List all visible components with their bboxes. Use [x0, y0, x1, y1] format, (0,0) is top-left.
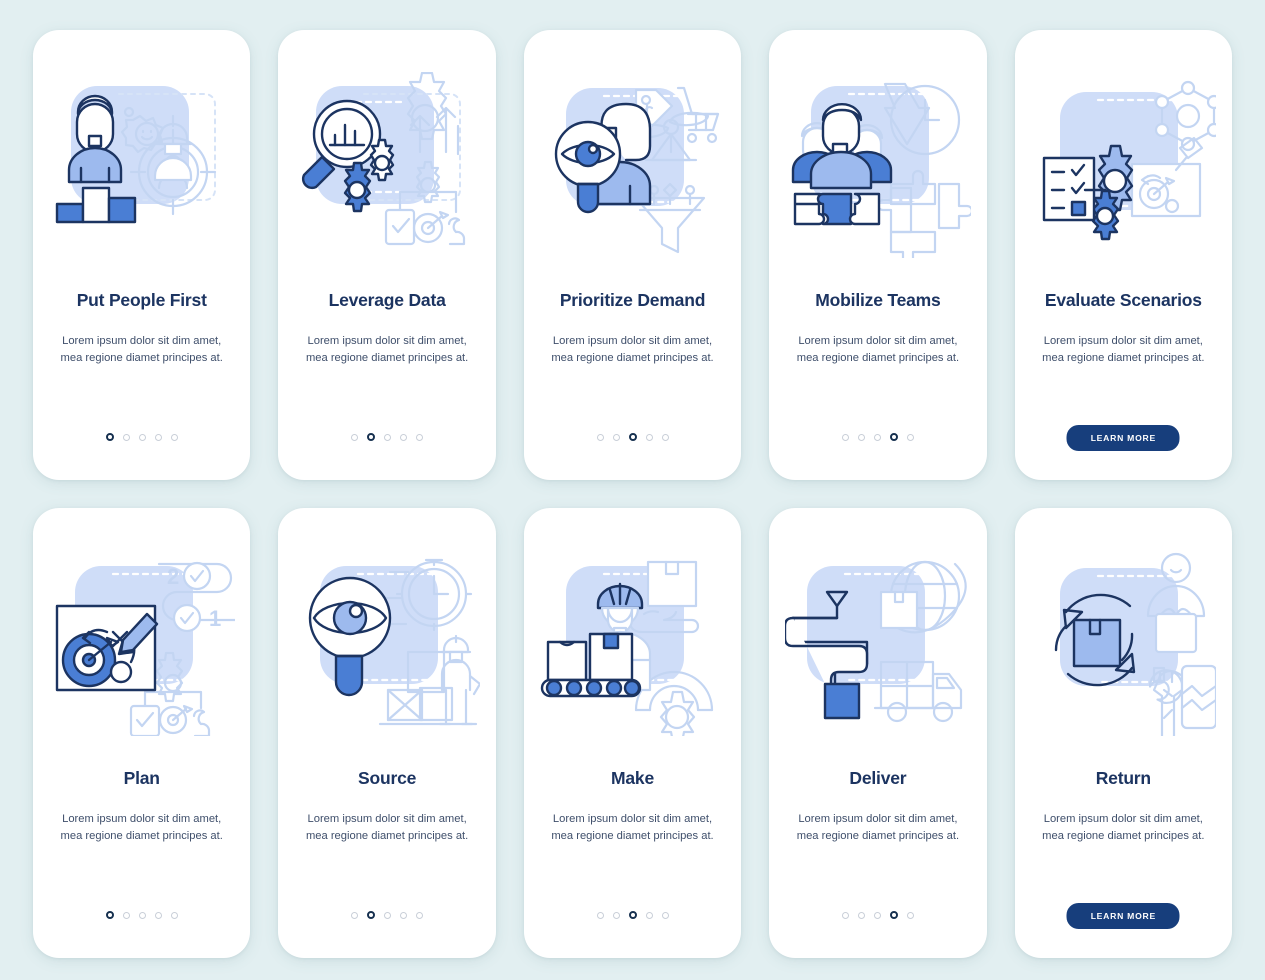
- pagination-dot-4[interactable]: [154, 911, 162, 919]
- pagination-dot-3[interactable]: [873, 911, 881, 919]
- card-title: Leverage Data: [328, 290, 446, 310]
- onboarding-card-return[interactable]: Return Lorem ipsum dolor sit dim amet, m…: [1014, 508, 1233, 958]
- pagination-dot-4[interactable]: [889, 433, 898, 441]
- pagination-dot-2[interactable]: [857, 433, 865, 441]
- plan-illustration: 2 1: [49, 550, 235, 736]
- card-body-text: Lorem ipsum dolor sit dim amet, mea regi…: [796, 813, 960, 843]
- onboarding-card-prioritize-demand[interactable]: Prioritize Demand Lorem ipsum dolor sit …: [523, 30, 742, 480]
- card-body-text: Lorem ipsum dolor sit dim amet, mea regi…: [1042, 813, 1205, 843]
- card-body-text: Lorem ipsum dolor sit dim amet, mea regi…: [796, 335, 960, 365]
- pagination-dots[interactable]: [769, 433, 986, 441]
- card-title: Deliver: [849, 768, 907, 788]
- card-title: Prioritize Demand: [559, 290, 706, 310]
- pagination-dot-4[interactable]: [154, 433, 162, 441]
- pagination-dot-2[interactable]: [367, 433, 376, 441]
- onboarding-screens-sheet: Put People First Lorem ipsum dolor sit d…: [0, 0, 1265, 980]
- pagination-dots[interactable]: [524, 911, 741, 919]
- card-body-text: Lorem ipsum dolor sit dim amet, mea regi…: [1042, 335, 1205, 365]
- pagination-dot-5[interactable]: [416, 911, 424, 919]
- pagination-dot-1[interactable]: [596, 911, 604, 919]
- onboarding-card-leverage-data[interactable]: Leverage Data Lorem ipsum dolor sit dim …: [278, 30, 496, 480]
- pagination-dot-5[interactable]: [170, 911, 178, 919]
- svg-text:2: 2: [167, 564, 179, 589]
- pagination-dot-3[interactable]: [873, 433, 881, 441]
- pagination-dot-4[interactable]: [645, 433, 653, 441]
- card-title: Return: [1095, 768, 1151, 788]
- pagination-dot-2[interactable]: [122, 911, 130, 919]
- onboarding-card-mobilize-teams[interactable]: Mobilize Teams Lorem ipsum dolor sit dim…: [769, 30, 987, 480]
- card-body-text: Lorem ipsum dolor sit dim amet, mea regi…: [551, 813, 714, 843]
- prioritize-demand-illustration: [540, 72, 726, 258]
- pagination-dot-1[interactable]: [105, 433, 114, 441]
- onboarding-row-two: 2 1 Plan Lorem ipsum dolor sit dim amet,…: [33, 508, 1233, 958]
- onboarding-card-put-people-first[interactable]: Put People First Lorem ipsum dolor sit d…: [33, 30, 251, 480]
- card-title: Source: [358, 768, 417, 788]
- make-illustration: [540, 550, 726, 736]
- pagination-dot-3[interactable]: [384, 433, 392, 441]
- pagination-dot-1[interactable]: [596, 433, 604, 441]
- pagination-dots[interactable]: [769, 911, 986, 919]
- source-illustration: [294, 550, 481, 736]
- pagination-dot-3[interactable]: [384, 911, 392, 919]
- people-first-illustration: [49, 72, 235, 258]
- mobilize-teams-illustration: [785, 72, 971, 258]
- pagination-dot-5[interactable]: [661, 433, 669, 441]
- card-title: Make: [611, 768, 654, 788]
- pagination-dot-4[interactable]: [400, 433, 408, 441]
- pagination-dot-2[interactable]: [612, 433, 620, 441]
- pagination-dot-4[interactable]: [889, 911, 898, 919]
- pagination-dot-1[interactable]: [351, 433, 359, 441]
- pagination-dot-2[interactable]: [612, 911, 620, 919]
- onboarding-card-make[interactable]: Make Lorem ipsum dolor sit dim amet, mea…: [523, 508, 742, 958]
- pagination-dot-3[interactable]: [138, 433, 146, 441]
- pagination-dot-5[interactable]: [170, 433, 178, 441]
- pagination-dots[interactable]: [33, 911, 250, 919]
- learn-more-button[interactable]: LEARN MORE: [1066, 903, 1180, 929]
- pagination-dot-2[interactable]: [367, 911, 376, 919]
- pagination-dot-2[interactable]: [122, 433, 130, 441]
- card-body-text: Lorem ipsum dolor sit dim amet, mea regi…: [551, 335, 714, 365]
- learn-more-button[interactable]: LEARN MORE: [1066, 425, 1180, 451]
- svg-text:1: 1: [209, 606, 221, 631]
- card-body-text: Lorem ipsum dolor sit dim amet, mea regi…: [305, 335, 469, 365]
- pagination-dot-4[interactable]: [645, 911, 653, 919]
- card-title: Put People First: [76, 290, 207, 310]
- pagination-dot-5[interactable]: [416, 433, 424, 441]
- pagination-dot-4[interactable]: [400, 911, 408, 919]
- onboarding-card-deliver[interactable]: Deliver Lorem ipsum dolor sit dim amet, …: [769, 508, 987, 958]
- pagination-dots[interactable]: [278, 433, 495, 441]
- pagination-dot-1[interactable]: [841, 433, 849, 441]
- return-illustration: [1030, 550, 1217, 736]
- card-title: Mobilize Teams: [815, 290, 941, 310]
- pagination-dot-5[interactable]: [906, 433, 914, 441]
- deliver-illustration: [784, 550, 971, 736]
- leverage-data-illustration: [294, 72, 480, 258]
- pagination-dot-2[interactable]: [857, 911, 865, 919]
- pagination-dot-5[interactable]: [661, 911, 669, 919]
- pagination-dot-5[interactable]: [906, 911, 914, 919]
- pagination-dot-1[interactable]: [841, 911, 849, 919]
- onboarding-card-plan[interactable]: 2 1 Plan Lorem ipsum dolor sit dim amet,…: [33, 508, 251, 958]
- pagination-dot-1[interactable]: [105, 911, 114, 919]
- pagination-dots[interactable]: [524, 433, 741, 441]
- card-title: Evaluate Scenarios: [1044, 290, 1202, 310]
- card-body-text: Lorem ipsum dolor sit dim amet, mea regi…: [60, 813, 223, 843]
- evaluate-scenarios-illustration: [1030, 72, 1217, 258]
- onboarding-card-source[interactable]: Source Lorem ipsum dolor sit dim amet, m…: [278, 508, 496, 958]
- onboarding-row-one: Put People First Lorem ipsum dolor sit d…: [33, 30, 1233, 480]
- onboarding-card-evaluate-scenarios[interactable]: Evaluate Scenarios Lorem ipsum dolor sit…: [1014, 30, 1233, 480]
- pagination-dot-3[interactable]: [628, 433, 637, 441]
- pagination-dots[interactable]: [278, 911, 495, 919]
- card-title: Plan: [123, 768, 160, 788]
- card-body-text: Lorem ipsum dolor sit dim amet, mea regi…: [60, 335, 223, 365]
- pagination-dots[interactable]: [33, 433, 250, 441]
- pagination-dot-1[interactable]: [351, 911, 359, 919]
- pagination-dot-3[interactable]: [628, 911, 637, 919]
- card-body-text: Lorem ipsum dolor sit dim amet, mea regi…: [305, 813, 469, 843]
- pagination-dot-3[interactable]: [138, 911, 146, 919]
